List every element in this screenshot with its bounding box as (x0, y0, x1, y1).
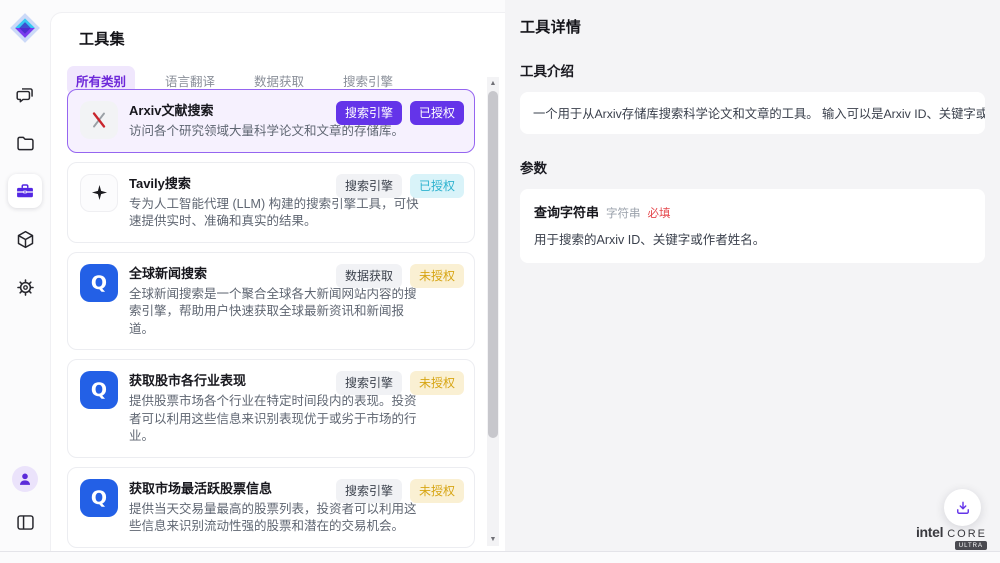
params-list: 查询字符串 字符串 必填 用于搜索的Arxiv ID、关键字或作者姓名。 (520, 189, 985, 263)
tool-description: 访问各个研究领域大量科学论文和文章的存储库。 (129, 123, 462, 141)
ultra-badge: ultra (955, 541, 987, 550)
toolbox-icon (15, 181, 35, 201)
tool-description: 专为人工智能代理 (LLM) 构建的搜索引擎工具，可快速提供实时、准确和真实的结… (129, 196, 462, 231)
chat-icon (15, 85, 36, 106)
scrollbar-thumb[interactable] (488, 91, 498, 438)
detail-title: 工具详情 (520, 16, 985, 37)
arxiv-icon (80, 101, 118, 139)
scroll-down-arrow-icon[interactable]: ▼ (487, 533, 499, 546)
sidebar-item-toolbox[interactable] (8, 174, 42, 208)
parameter-card-query-string: 查询字符串 字符串 必填 用于搜索的Arxiv ID、关键字或作者姓名。 (520, 189, 985, 263)
sidebar-bottom (8, 462, 42, 539)
badge-neutral: 搜索引擎 (336, 174, 402, 198)
app-window: 工具集 所有类别 语言翻译 数据获取 搜索引擎 Arxiv文献搜索 访问各个研究… (0, 0, 1000, 552)
badge-solid: 已授权 (410, 101, 464, 125)
tab-label: 语言翻译 (165, 75, 215, 89)
user-avatar-icon (12, 466, 38, 492)
q-search-icon: Q (80, 371, 118, 409)
panel-toggle-icon (15, 512, 36, 533)
tool-list: Arxiv文献搜索 访问各个研究领域大量科学论文和文章的存储库。 搜索引擎已授权… (67, 89, 475, 551)
tool-badges: 搜索引擎已授权 (336, 174, 464, 198)
sidebar-item-settings[interactable] (8, 270, 42, 304)
tool-card-most-active-stocks[interactable]: Q 获取市场最活跃股票信息 提供当天交易量最高的股票列表，投资者可以利用这些信息… (67, 467, 475, 548)
q-search-icon: Q (80, 264, 118, 302)
download-icon (954, 499, 972, 517)
tool-card-global-news-search[interactable]: Q 全球新闻搜索 全球新闻搜索是一个聚合全球各大新闻网站内容的搜索引擎，帮助用户… (67, 252, 475, 351)
tool-badges: 搜索引擎未授权 (336, 479, 464, 503)
badge-cyan: 已授权 (410, 174, 464, 198)
sidebar-rail (0, 0, 50, 551)
tavily-icon (80, 174, 118, 212)
tab-label: 数据获取 (254, 75, 304, 89)
intro-heading: 工具介绍 (520, 60, 985, 80)
core-wordmark: core (947, 528, 987, 540)
folder-icon (15, 133, 36, 154)
tool-badges: 搜索引擎未授权 (336, 371, 464, 395)
badge-amber: 未授权 (410, 264, 464, 288)
toolset-panel: 工具集 所有类别 语言翻译 数据获取 搜索引擎 Arxiv文献搜索 访问各个研究… (50, 12, 505, 551)
tool-badges: 数据获取未授权 (336, 264, 464, 288)
sidebar-item-chat[interactable] (8, 78, 42, 112)
badge-neutral: 数据获取 (336, 264, 402, 288)
parameter-type: 字符串 (606, 205, 641, 221)
params-heading: 参数 (520, 157, 985, 177)
intel-core-ultra-logo: intel core ultra (916, 524, 987, 550)
sidebar-item-account[interactable] (8, 462, 42, 496)
sidebar-item-collapse[interactable] (8, 505, 42, 539)
badge-solid: 搜索引擎 (336, 101, 402, 125)
parameter-required-flag: 必填 (648, 205, 671, 221)
tool-description: 全球新闻搜索是一个聚合全球各大新闻网站内容的搜索引擎，帮助用户快速获取全球最新资… (129, 286, 462, 339)
list-scrollbar[interactable]: ▲ ▼ (487, 77, 499, 546)
q-search-icon: Q (80, 479, 118, 517)
tool-detail-panel: 工具详情 工具介绍 一个用于从Arxiv存储库搜索科学论文和文章的工具。 输入可… (505, 0, 1000, 551)
tool-badges: 搜索引擎已授权 (336, 101, 464, 125)
intel-wordmark: intel (916, 524, 943, 540)
badge-neutral: 搜索引擎 (336, 371, 402, 395)
gear-icon (15, 277, 36, 298)
sidebar-item-folder[interactable] (8, 126, 42, 160)
badge-amber: 未授权 (410, 479, 464, 503)
tool-card-stock-sector-performance[interactable]: Q 获取股市各行业表现 提供股票市场各个行业在特定时间段内的表现。投资者可以利用… (67, 359, 475, 458)
gem-logo-icon (9, 12, 41, 44)
tool-description: 提供股票市场各个行业在特定时间段内的表现。投资者可以利用这些信息来识别表现优于或… (129, 393, 462, 446)
intro-card: 一个用于从Arxiv存储库搜索科学论文和文章的工具。 输入可以是Arxiv ID… (520, 92, 985, 134)
download-button[interactable] (944, 489, 981, 526)
scroll-up-arrow-icon[interactable]: ▲ (487, 77, 499, 90)
badge-neutral: 搜索引擎 (336, 479, 402, 503)
badge-amber: 未授权 (410, 371, 464, 395)
toolset-title: 工具集 (79, 28, 505, 49)
sidebar-nav (8, 78, 42, 304)
sidebar-item-cube[interactable] (8, 222, 42, 256)
tab-label: 搜索引擎 (343, 75, 393, 89)
parameter-description: 用于搜索的Arxiv ID、关键字或作者姓名。 (534, 229, 971, 248)
tool-card-tavily-search[interactable]: Tavily搜索 专为人工智能代理 (LLM) 构建的搜索引擎工具，可快速提供实… (67, 162, 475, 243)
tool-card-arxiv-search[interactable]: Arxiv文献搜索 访问各个研究领域大量科学论文和文章的存储库。 搜索引擎已授权 (67, 89, 475, 153)
cube-icon (15, 229, 36, 250)
parameter-name: 查询字符串 (534, 202, 599, 221)
tab-label: 所有类别 (76, 75, 126, 89)
tool-description: 提供当天交易量最高的股票列表，投资者可以利用这些信息来识别流动性强的股票和潜在的… (129, 501, 462, 536)
